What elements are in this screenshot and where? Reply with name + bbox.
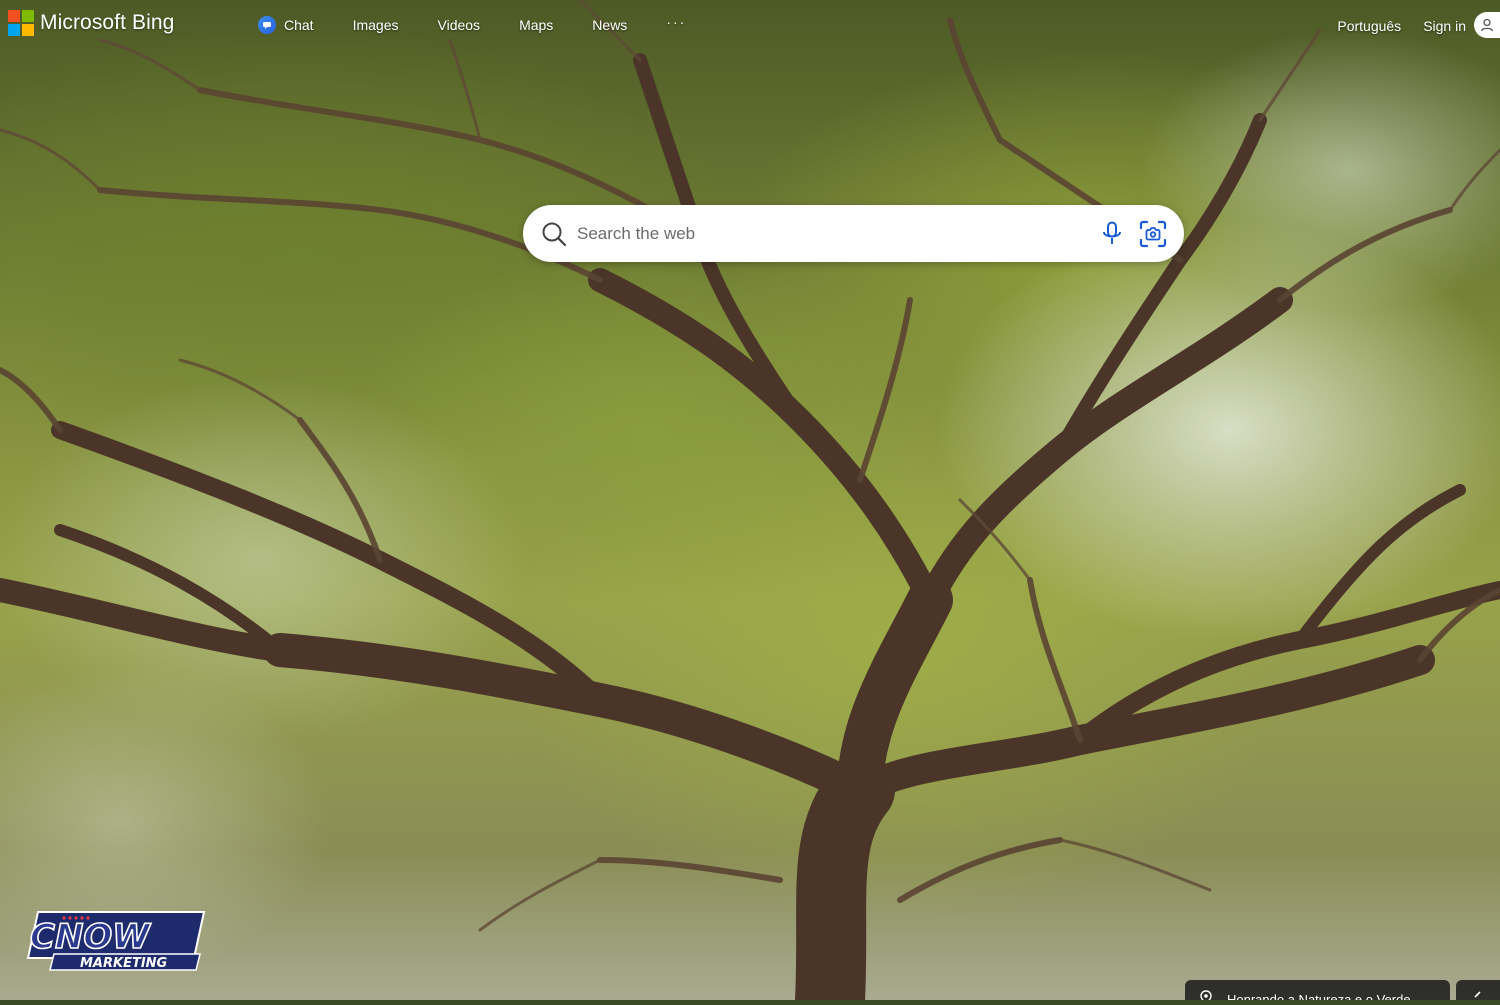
sign-in-link[interactable]: Sign in (1423, 18, 1466, 34)
nav-images[interactable]: Images (353, 17, 399, 33)
bing-logo[interactable]: Microsoft Bing (8, 10, 174, 36)
background-image (0, 0, 1500, 1000)
nav-videos-label: Videos (437, 17, 481, 33)
visual-search-icon[interactable] (1138, 219, 1168, 254)
chevron-left-icon (1474, 991, 1481, 998)
logo-square-green (22, 10, 34, 22)
logo-square-blue (8, 24, 20, 36)
user-avatar-icon[interactable] (1474, 12, 1500, 38)
nav-news[interactable]: News (592, 17, 627, 33)
watermark-line1: CNOW (30, 917, 151, 957)
tree-branches-illustration (0, 0, 1500, 1000)
microphone-icon[interactable] (1101, 221, 1123, 252)
top-header: Microsoft Bing Chat Images Videos Maps N… (0, 0, 1500, 50)
microsoft-logo-icon (8, 10, 34, 36)
watermark-line2: MARKETING (80, 956, 168, 971)
nav-news-label: News (592, 17, 628, 33)
nav-chat-label: Chat (284, 17, 314, 33)
nav-images-label: Images (352, 17, 399, 33)
location-pin-icon (1199, 990, 1213, 1000)
image-caption: Honrando a Natureza e o Verde (1227, 992, 1411, 1000)
image-info-expand-button[interactable] (1456, 980, 1500, 1000)
main-nav: Chat Images Videos Maps News ··· (258, 14, 686, 34)
cnow-marketing-watermark: CNOW MARKETING (24, 908, 210, 979)
copilot-chat-icon (258, 16, 276, 34)
logo-square-yellow (22, 24, 34, 36)
language-link[interactable]: Português (1337, 18, 1401, 34)
logo-square-red (8, 10, 20, 22)
search-icon[interactable] (541, 221, 567, 252)
brand-name: Microsoft Bing (40, 11, 175, 34)
nav-videos[interactable]: Videos (438, 17, 481, 33)
nav-more-button[interactable]: ··· (666, 14, 686, 30)
header-right: Português Sign in (1337, 12, 1500, 38)
nav-maps-label: Maps (519, 17, 554, 33)
search-input[interactable] (575, 219, 1079, 249)
nav-chat[interactable]: Chat (258, 16, 314, 34)
nav-maps[interactable]: Maps (519, 17, 553, 33)
image-info-card[interactable]: Honrando a Natureza e o Verde (1185, 980, 1450, 1000)
search-box (523, 205, 1184, 262)
